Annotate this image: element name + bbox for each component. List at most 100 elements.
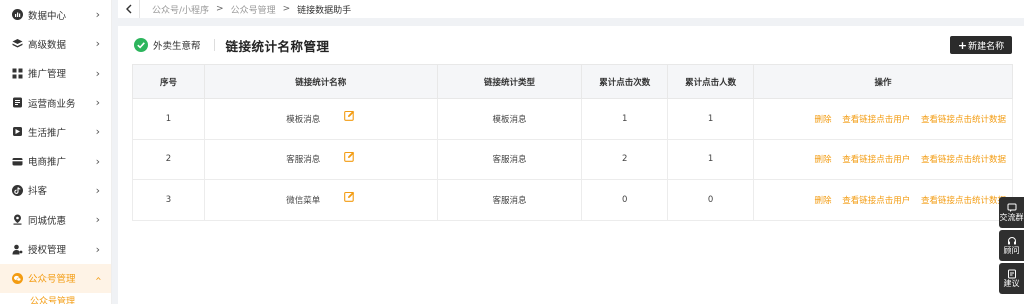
sidebar-item-label: 推广管理 (28, 69, 67, 81)
sidebar-item-authorization[interactable]: 授权管理 › (0, 234, 111, 263)
column-header: 链接统计名称 (203, 64, 438, 99)
chevron-right-icon: › (95, 213, 100, 227)
card-icon (11, 155, 23, 167)
view-click-stats-link[interactable]: 查看链接点击统计数据 (921, 196, 1006, 206)
breadcrumb-bar: 公众号/小程序 > 公众号管理 > 链接数据助手 (118, 0, 1024, 18)
sidebar: 数据中心 › 高级数据 › 推广管理 › 运营商业务 › 生活推广 › 电商推广… (0, 0, 112, 304)
new-name-button[interactable]: + 新建名称 (950, 36, 1012, 54)
new-name-button-label: 新建名称 (968, 41, 1005, 52)
cell-type: 客服消息 (436, 138, 583, 180)
headset-icon (1007, 237, 1016, 245)
delete-link[interactable]: 删除 (815, 115, 832, 125)
cell-users: 1 (667, 138, 755, 180)
cell-type: 客服消息 (436, 179, 583, 221)
sidebar-item-official-account[interactable]: 公众号管理 › (0, 263, 111, 293)
tiktok-icon (11, 184, 23, 196)
view-click-users-link[interactable]: 查看链接点击用户 (842, 155, 910, 165)
sidebar-item-local-deals[interactable]: 同城优惠 › (0, 205, 111, 234)
table-row: 1 模板消息 模板消息 1 1 删除 查看链接点击用户 查看链接点击统计数据 (132, 98, 1013, 140)
sidebar-item-life-promo[interactable]: 生活推广 › (0, 117, 111, 146)
chevron-up-icon: › (91, 276, 105, 281)
sidebar-item-label: 同城优惠 (28, 215, 67, 227)
edit-icon[interactable] (344, 110, 355, 122)
view-click-stats-link[interactable]: 查看链接点击统计数据 (921, 155, 1006, 165)
delete-link[interactable]: 删除 (815, 196, 832, 206)
dashboard-icon (11, 9, 23, 21)
cell-index: 3 (132, 179, 205, 221)
sidebar-item-label: 公众号管理 (28, 274, 76, 286)
cell-index: 2 (132, 138, 205, 180)
plus-icon: + (957, 38, 968, 52)
cell-actions: 删除 查看链接点击用户 查看链接点击统计数据 (753, 98, 1013, 140)
table-row: 2 客服消息 客服消息 2 1 删除 查看链接点击用户 查看链接点击统计数据 (132, 138, 1013, 180)
sidebar-item-advanced-data[interactable]: 高级数据 › (0, 29, 111, 58)
chevron-right-icon: › (95, 8, 100, 22)
page-title: 链接统计名称管理 (225, 38, 330, 54)
flag-icon (11, 126, 23, 138)
back-button[interactable] (118, 0, 140, 18)
sidebar-item-label: 生活推广 (28, 127, 67, 139)
column-header: 累计点击人数 (667, 64, 755, 99)
sidebar-item-ecommerce[interactable]: 电商推广 › (0, 146, 111, 175)
chevron-left-icon (125, 4, 131, 14)
sidebar-item-douke[interactable]: 抖客 › (0, 176, 111, 205)
float-label: 交流群 (999, 213, 1024, 222)
cell-index: 1 (132, 98, 205, 140)
sidebar-item-label: 运营商业务 (28, 98, 76, 110)
column-header: 操作 (753, 64, 1013, 99)
sidebar-item-data-center[interactable]: 数据中心 › (0, 0, 111, 29)
user-key-icon (11, 243, 23, 255)
column-header: 序号 (132, 64, 205, 99)
sidebar-item-carrier[interactable]: 运营商业务 › (0, 88, 111, 117)
breadcrumb-item[interactable]: 公众号管理 (231, 3, 276, 16)
edit-icon[interactable] (344, 191, 355, 203)
sidebar-item-label: 高级数据 (28, 39, 67, 51)
feedback-icon (1007, 269, 1016, 279)
chevron-right-icon: › (95, 66, 100, 80)
link-name: 模板消息 (286, 114, 321, 125)
breadcrumb-item[interactable]: 公众号/小程序 (152, 3, 209, 16)
chevron-right-icon: › (95, 96, 100, 110)
cell-actions: 删除 查看链接点击用户 查看链接点击统计数据 (753, 179, 1013, 221)
chevron-right-icon: › (95, 154, 100, 168)
layers-icon (11, 38, 23, 50)
cell-clicks: 1 (581, 98, 669, 140)
chevron-right-icon: › (95, 37, 100, 51)
cell-actions: 删除 查看链接点击用户 查看链接点击统计数据 (753, 138, 1013, 180)
chevron-right-icon: › (95, 183, 100, 197)
chat-group-icon (1007, 203, 1016, 212)
chat-group-button[interactable]: 交流群 (999, 197, 1024, 228)
table-row: 3 微信菜单 客服消息 0 0 删除 查看链接点击用户 查看链接点击统计数据 (132, 179, 1013, 221)
edit-icon[interactable] (344, 151, 355, 162)
float-label: 顾问 (1003, 246, 1020, 255)
view-click-users-link[interactable]: 查看链接点击用户 (842, 115, 910, 125)
cell-name: 微信菜单 (203, 179, 438, 221)
sidebar-item-label: 数据中心 (28, 10, 67, 22)
chevron-right-icon: › (95, 125, 100, 139)
cell-name: 客服消息 (203, 138, 438, 180)
check-circle-icon (134, 38, 148, 52)
column-header: 链接统计类型 (436, 64, 583, 99)
sidebar-item-promotion[interactable]: 推广管理 › (0, 59, 111, 88)
delete-link[interactable]: 删除 (815, 155, 832, 165)
cell-clicks: 2 (581, 138, 669, 180)
consultant-button[interactable]: 顾问 (999, 230, 1024, 261)
cell-users: 1 (667, 98, 755, 140)
chevron-right-icon: › (95, 242, 100, 256)
divider (213, 39, 215, 51)
document-icon (11, 97, 23, 109)
column-header: 累计点击次数 (581, 64, 669, 99)
brand: 外卖生意帮 (134, 38, 201, 52)
link-name: 微信菜单 (286, 195, 321, 206)
sidebar-subitem-official-account[interactable]: 公众号管理 (0, 293, 111, 304)
link-stats-table: 序号 链接统计名称 链接统计类型 累计点击次数 累计点击人数 操作 1 模板消息… (132, 64, 1013, 221)
floating-toolbar: 交流群 顾问 建议 (999, 197, 1024, 296)
page-header: 外卖生意帮 链接统计名称管理 + 新建名称 (118, 34, 1024, 56)
breadcrumb-separator: > (216, 4, 224, 14)
view-click-stats-link[interactable]: 查看链接点击统计数据 (921, 115, 1006, 125)
table-header-row: 序号 链接统计名称 链接统计类型 累计点击次数 累计点击人数 操作 (132, 64, 1013, 99)
sidebar-item-label: 电商推广 (28, 157, 67, 169)
view-click-users-link[interactable]: 查看链接点击用户 (842, 196, 910, 206)
breadcrumb-current: 链接数据助手 (297, 5, 352, 16)
feedback-button[interactable]: 建议 (999, 263, 1024, 294)
